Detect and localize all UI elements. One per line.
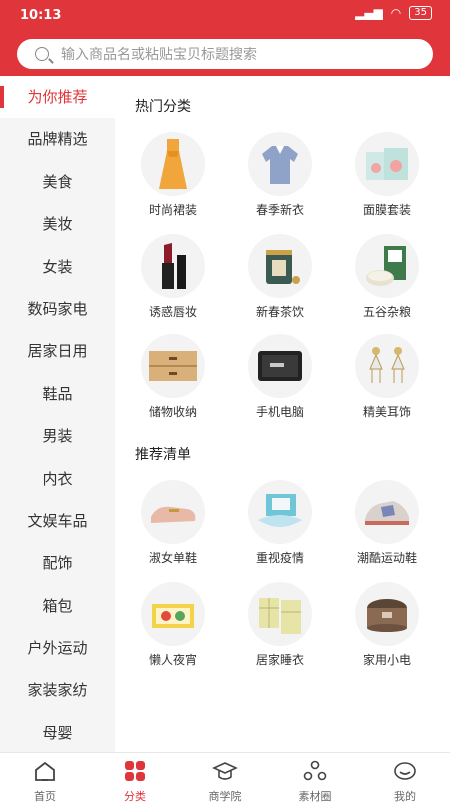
tab-academy[interactable]: 商学院: [180, 753, 270, 803]
section-title-hot: 热门分类: [135, 99, 191, 115]
bottom-tabbar: 首页 分类 商学院 素材圈 我的: [0, 752, 450, 803]
pajamas-icon: [248, 582, 312, 646]
header-bar: 10:13 ▂▄▆ ◠ 35 输入商品名或粘贴宝贝标题搜索: [0, 0, 450, 76]
category-tile[interactable]: 懒人夜宵: [120, 582, 226, 668]
category-tile[interactable]: 面膜套装: [334, 132, 440, 218]
grain-bag-icon: [355, 234, 419, 298]
sidebar-item-outdoor[interactable]: 户外运动: [0, 627, 115, 669]
tile-label: 春季新衣: [255, 203, 304, 217]
sidebar-item-bags[interactable]: 箱包: [0, 585, 115, 627]
circle-group-icon: [303, 760, 327, 781]
category-tile[interactable]: 淑女单鞋: [120, 480, 226, 566]
graduation-cap-icon: [212, 762, 238, 780]
face-mask-icon: [248, 480, 312, 544]
sidebar-item-brand[interactable]: 品牌精选: [0, 118, 115, 160]
tile-label: 新春茶饮: [255, 305, 304, 319]
tile-label: 居家睡衣: [255, 653, 304, 667]
category-tile[interactable]: 诱惑唇妆: [120, 234, 226, 320]
rice-cooker-icon: [355, 582, 419, 646]
loafer-icon: [141, 480, 205, 544]
sidebar-item-home-textile[interactable]: 家装家纺: [0, 669, 115, 711]
sidebar-item-baby[interactable]: 母婴: [0, 712, 115, 752]
wifi-icon: ◠: [390, 6, 402, 20]
category-tile[interactable]: 五谷杂粮: [334, 234, 440, 320]
dress-icon: [141, 132, 205, 196]
tab-label: 分类: [124, 790, 146, 803]
tile-label: 五谷杂粮: [362, 305, 411, 319]
phone-icon: [248, 334, 312, 398]
tab-label: 素材圈: [298, 790, 332, 803]
category-tile[interactable]: 家用小电: [334, 582, 440, 668]
signal-icon: ▂▄▆: [355, 6, 383, 20]
lipstick-icon: [141, 234, 205, 298]
tile-label: 时尚裙装: [148, 203, 197, 217]
category-tile[interactable]: 重视疫情: [227, 480, 333, 566]
tile-label: 精美耳饰: [362, 405, 411, 419]
tile-label: 手机电脑: [255, 405, 304, 419]
earrings-icon: [355, 334, 419, 398]
tab-profile[interactable]: 我的: [360, 753, 450, 803]
tea-tin-icon: [248, 234, 312, 298]
status-bar: 10:13 ▂▄▆ ◠ 35: [0, 0, 450, 32]
category-content: 热门分类 时尚裙装 春季新衣 面膜套装 诱惑唇妆 新春茶饮 五谷杂粮 储物收纳 …: [115, 76, 450, 752]
sidebar-item-digital[interactable]: 数码家电: [0, 288, 115, 330]
section-title-recommend: 推荐清单: [135, 447, 191, 463]
search-placeholder: 输入商品名或粘贴宝贝标题搜索: [61, 47, 257, 63]
tab-label: 我的: [394, 790, 416, 803]
tile-label: 重视疫情: [255, 551, 304, 565]
category-tile[interactable]: 精美耳饰: [334, 334, 440, 420]
sidebar-item-home[interactable]: 居家日用: [0, 330, 115, 372]
category-tile[interactable]: 居家睡衣: [227, 582, 333, 668]
sidebar-item-accessories[interactable]: 配饰: [0, 542, 115, 584]
sidebar-item-mens[interactable]: 男装: [0, 415, 115, 457]
tile-label: 懒人夜宵: [148, 653, 197, 667]
home-icon: [35, 761, 55, 781]
category-sidebar: 为你推荐 品牌精选 美食 美妆 女装 数码家电 居家日用 鞋品 男装 内衣 文娱…: [0, 76, 115, 752]
clock: 10:13: [20, 8, 62, 23]
tab-label: 首页: [34, 790, 56, 803]
tile-label: 淑女单鞋: [148, 551, 197, 565]
category-icon: [125, 761, 145, 781]
category-tile[interactable]: 春季新衣: [227, 132, 333, 218]
sidebar-item-makeup[interactable]: 美妆: [0, 203, 115, 245]
sidebar-item-recommend[interactable]: 为你推荐: [0, 76, 115, 119]
tile-label: 家用小电: [362, 653, 411, 667]
sidebar-item-food[interactable]: 美食: [0, 161, 115, 203]
drawer-cabinet-icon: [141, 334, 205, 398]
tab-material[interactable]: 素材圈: [270, 753, 360, 803]
tile-label: 诱惑唇妆: [148, 305, 197, 319]
category-tile[interactable]: 新春茶饮: [227, 234, 333, 320]
tab-home[interactable]: 首页: [0, 753, 90, 803]
tile-label: 潮酷运动鞋: [356, 551, 417, 565]
sneaker-icon: [355, 480, 419, 544]
category-tile[interactable]: 储物收纳: [120, 334, 226, 420]
sidebar-item-shoes[interactable]: 鞋品: [0, 373, 115, 415]
search-icon: [35, 47, 49, 61]
facemask-box-icon: [355, 132, 419, 196]
tile-label: 储物收纳: [148, 405, 197, 419]
snack-box-icon: [141, 582, 205, 646]
status-icons: ▂▄▆ ◠ 35: [355, 6, 432, 20]
tile-label: 面膜套装: [362, 203, 411, 217]
shirt-icon: [248, 132, 312, 196]
category-tile[interactable]: 手机电脑: [227, 334, 333, 420]
category-tile[interactable]: 潮酷运动鞋: [334, 480, 440, 566]
sidebar-item-entertainment[interactable]: 文娱车品: [0, 500, 115, 542]
battery-icon: 35: [409, 6, 432, 20]
tab-label: 商学院: [208, 790, 242, 803]
category-tile[interactable]: 时尚裙装: [120, 132, 226, 218]
tab-category[interactable]: 分类: [90, 753, 180, 803]
sidebar-item-underwear[interactable]: 内衣: [0, 458, 115, 500]
search-input[interactable]: 输入商品名或粘贴宝贝标题搜索: [17, 39, 433, 69]
profile-icon: [394, 762, 416, 780]
sidebar-item-womens[interactable]: 女装: [0, 246, 115, 288]
